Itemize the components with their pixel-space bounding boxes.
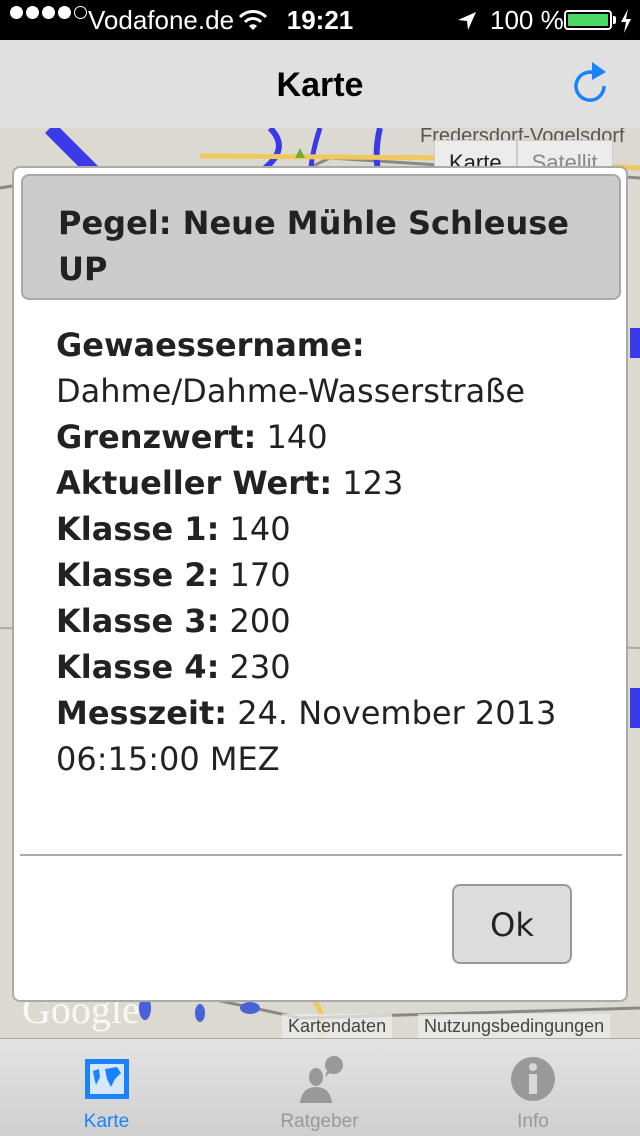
battery-tip [613, 16, 616, 24]
dialog-divider [20, 854, 622, 856]
advisor-speech-icon [299, 1056, 343, 1103]
dialog-body: Gewaessername: Dahme/Dahme-Wasserstraße G… [56, 322, 596, 782]
tab-label: Karte [83, 1111, 130, 1132]
field-value: 230 [229, 648, 291, 686]
field-label: Klasse 3: [56, 602, 220, 640]
dialog-header: Pegel: Neue Mühle Schleuse UP [21, 174, 621, 300]
field-gewaessername: Gewaessername: Dahme/Dahme-Wasserstraße [56, 322, 596, 414]
info-icon [511, 1057, 555, 1101]
field-messzeit: Messzeit: 24. November 2013 06:15:00 MEZ [56, 690, 596, 782]
dialog-title: Pegel: Neue Mühle Schleuse UP [58, 204, 569, 288]
field-value: 200 [229, 602, 291, 640]
field-klasse-1: Klasse 1: 140 [56, 506, 596, 552]
battery-icon [564, 10, 612, 30]
field-label: Messzeit: [56, 694, 228, 732]
field-label: Klasse 1: [56, 510, 220, 548]
tab-label: Ratgeber [280, 1111, 359, 1132]
navigation-bar: Karte [0, 40, 640, 128]
status-bar: Vodafone.de 19:21 100 % [0, 0, 640, 40]
field-value: 123 [342, 464, 404, 502]
ok-button[interactable]: Ok [452, 884, 572, 964]
tab-info[interactable]: Info [426, 1039, 640, 1136]
field-value: 170 [229, 556, 291, 594]
charging-bolt-icon [621, 9, 631, 33]
field-value: 140 [266, 418, 328, 456]
field-value: Dahme/Dahme-Wasserstraße [56, 372, 526, 410]
field-klasse-4: Klasse 4: 230 [56, 644, 596, 690]
gauge-info-dialog: Pegel: Neue Mühle Schleuse UP Gewaessern… [12, 166, 628, 1002]
tab-bar: Karte Ratgeber Info [0, 1038, 640, 1136]
field-grenzwert: Grenzwert: 140 [56, 414, 596, 460]
page-title: Karte [276, 66, 364, 104]
battery-percent: 100 % [490, 5, 564, 35]
field-label: Grenzwert: [56, 418, 257, 456]
field-aktueller-wert: Aktueller Wert: 123 [56, 460, 596, 506]
world-map-icon [84, 1059, 129, 1099]
tab-karte[interactable]: Karte [0, 1039, 213, 1136]
field-klasse-3: Klasse 3: 200 [56, 598, 596, 644]
field-klasse-2: Klasse 2: 170 [56, 552, 596, 598]
field-label: Aktueller Wert: [56, 464, 333, 502]
location-arrow-icon [458, 12, 476, 30]
tab-label: Info [517, 1111, 549, 1132]
tab-ratgeber[interactable]: Ratgeber [213, 1039, 426, 1136]
field-label: Klasse 2: [56, 556, 220, 594]
map-data-link[interactable]: Kartendaten [282, 1014, 393, 1038]
field-label: Klasse 4: [56, 648, 220, 686]
terms-of-use-link[interactable]: Nutzungsbedingungen [418, 1014, 611, 1038]
field-value: 140 [229, 510, 291, 548]
field-label: Gewaessername: [56, 326, 365, 364]
refresh-icon[interactable] [566, 60, 614, 108]
